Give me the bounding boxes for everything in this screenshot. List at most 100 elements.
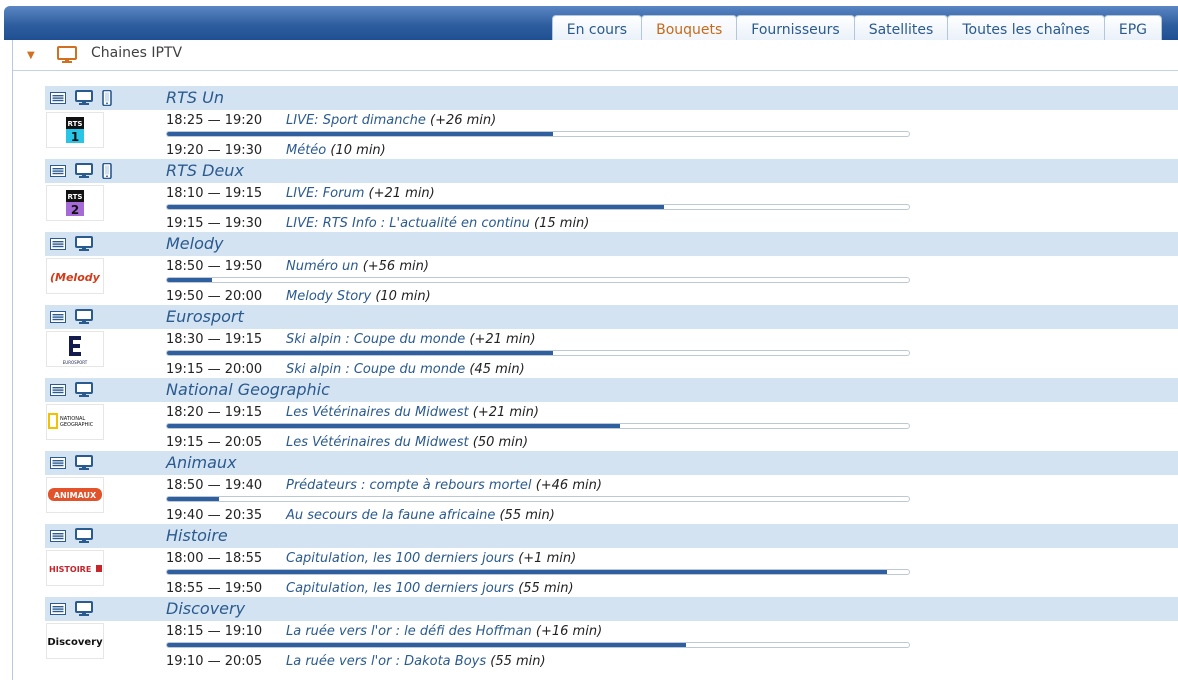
program-progress-fill [167,643,687,647]
program-next-duration: (55 min) [518,581,574,596]
program-next[interactable]: 19:50 — 20:00 Melody Story (10 min) [166,289,431,304]
top-bar: En cours Bouquets Fournisseurs Satellite… [4,6,1178,44]
channel-name[interactable]: Histoire [166,526,228,545]
program-now[interactable]: 18:30 — 19:15 Ski alpin : Coupe du monde … [166,332,536,347]
program-progress-fill [167,424,620,428]
program-progress-fill [167,132,553,136]
program-next-title: Ski alpin : Coupe du monde [286,362,466,377]
channel-header: RTS Deux [45,159,1178,183]
program-next-title: La ruée vers l'or : Dakota Boys [286,654,487,669]
program-next-time: 19:20 — 19:30 [166,143,263,158]
channel-name[interactable]: Discovery [166,599,245,618]
channel-name[interactable]: RTS Un [166,88,224,107]
mobile-icon[interactable] [102,90,121,106]
channel-logo: ANIMAUX [46,477,104,513]
program-next-time: 19:50 — 20:00 [166,289,263,304]
svg-text:(Melody: (Melody [50,271,101,284]
program-next-title: LIVE: RTS Info : L'actualité en continu [286,216,530,231]
tv-icon[interactable] [75,528,102,544]
svg-text:ANIMAUX: ANIMAUX [54,491,97,500]
channel-name[interactable]: Eurosport [166,307,244,326]
collapse-caret-icon[interactable]: ▼ [27,50,35,61]
program-next[interactable]: 18:55 — 19:50 Capitulation, les 100 derni… [166,581,574,596]
program-next-duration: (10 min) [375,289,431,304]
list-icon[interactable] [50,383,75,397]
program-now-time: 18:25 — 19:20 [166,113,263,128]
program-next-title: Météo [286,143,327,158]
program-now[interactable]: 18:50 — 19:50 Numéro un (+56 min) [166,259,429,274]
channel-logo: HISTOIRE [46,550,104,586]
program-now[interactable]: 18:15 — 19:10 La ruée vers l'or : le défi… [166,624,602,639]
program-now-remaining: (+46 min) [535,478,602,493]
program-next-time: 19:15 — 20:05 [166,435,263,450]
program-next[interactable]: 19:20 — 19:30 Météo (10 min) [166,143,386,158]
program-next[interactable]: 19:15 — 20:05 Les Vétérinaires du Midwest… [166,435,528,450]
program-progress-bar [166,350,910,356]
svg-text:GEOGRAPHIC: GEOGRAPHIC [60,422,94,428]
program-now-time: 18:50 — 19:50 [166,259,263,274]
channel-icons [50,309,102,325]
list-icon[interactable] [50,602,75,616]
program-next-duration: (50 min) [472,435,529,450]
channel-icons [50,455,102,471]
tv-icon[interactable] [75,236,102,252]
channel-name[interactable]: National Geographic [166,380,330,399]
channel-icons [50,601,102,617]
program-progress-bar [166,496,910,502]
channel-logo: RTS 1 [46,112,104,148]
channel-logo: NATIONAL GEOGRAPHIC [46,404,104,440]
tv-icon[interactable] [75,309,102,325]
tv-icon[interactable] [75,90,102,106]
tv-icon[interactable] [75,455,102,471]
tv-icon[interactable] [75,601,102,617]
bouquet-header[interactable]: ▼ Chaines IPTV [13,40,1178,71]
program-progress-bar [166,131,910,137]
bouquet-panel: ▼ Chaines IPTV RTS Un RTS 1 18:25 — 19:20… [12,40,1178,680]
program-progress-fill [167,278,212,282]
program-next-title: Au secours de la faune africaine [286,508,496,523]
list-icon[interactable] [50,91,75,105]
tv-icon[interactable] [75,163,102,179]
program-now-time: 18:50 — 19:40 [166,478,263,493]
list-icon[interactable] [50,237,75,251]
program-next[interactable]: 19:40 — 20:35 Au secours de la faune afri… [166,508,555,523]
channel-row: Histoire HISTOIRE 18:00 — 18:55 Capitulat… [45,524,1178,597]
list-icon[interactable] [50,310,75,324]
program-now[interactable]: 18:00 — 18:55 Capitulation, les 100 derni… [166,551,576,566]
program-now-title: LIVE: Sport dimanche [286,113,426,128]
program-next-time: 18:55 — 19:50 [166,581,263,596]
channel-icons [50,236,102,252]
program-now-title: Les Vétérinaires du Midwest [286,405,469,420]
program-next-duration: (10 min) [330,143,386,158]
program-next[interactable]: 19:10 — 20:05 La ruée vers l'or : Dakota … [166,654,546,669]
program-next-title: Les Vétérinaires du Midwest [286,435,469,450]
channel-logo: Discovery [46,623,104,659]
program-next[interactable]: 19:15 — 19:30 LIVE: RTS Info : L'actualit… [166,216,589,231]
channel-row: Eurosport EUROSPORT 18:30 — 19:15 Ski alp… [45,305,1178,378]
program-now-title: Ski alpin : Coupe du monde [286,332,466,347]
program-next[interactable]: 19:15 — 20:00 Ski alpin : Coupe du monde … [166,362,525,377]
channel-icons [50,382,102,398]
program-now[interactable]: 18:50 — 19:40 Prédateurs : compte à rebou… [166,478,602,493]
svg-text:2: 2 [71,203,79,217]
program-progress-fill [167,497,219,501]
channel-name[interactable]: RTS Deux [166,161,244,180]
bouquet-title: Chaines IPTV [91,45,183,61]
channel-name[interactable]: Melody [166,234,224,253]
tv-icon[interactable] [75,382,102,398]
program-now[interactable]: 18:20 — 19:15 Les Vétérinaires du Midwest… [166,405,539,420]
program-now-remaining: (+21 min) [472,405,539,420]
svg-text:1: 1 [71,130,79,144]
program-now[interactable]: 18:10 — 19:15 LIVE: Forum (+21 min) [166,186,435,201]
program-now-remaining: (+16 min) [535,624,603,639]
channel-name[interactable]: Animaux [166,453,237,472]
program-progress-bar [166,569,910,575]
program-now-time: 18:30 — 19:15 [166,332,263,347]
list-icon[interactable] [50,529,75,543]
program-progress-bar [166,277,910,283]
program-now[interactable]: 18:25 — 19:20 LIVE: Sport dimanche (+26 m… [166,113,496,128]
list-icon[interactable] [50,164,75,178]
mobile-icon[interactable] [102,163,121,179]
list-icon[interactable] [50,456,75,470]
channel-logo: (Melody [46,258,104,294]
